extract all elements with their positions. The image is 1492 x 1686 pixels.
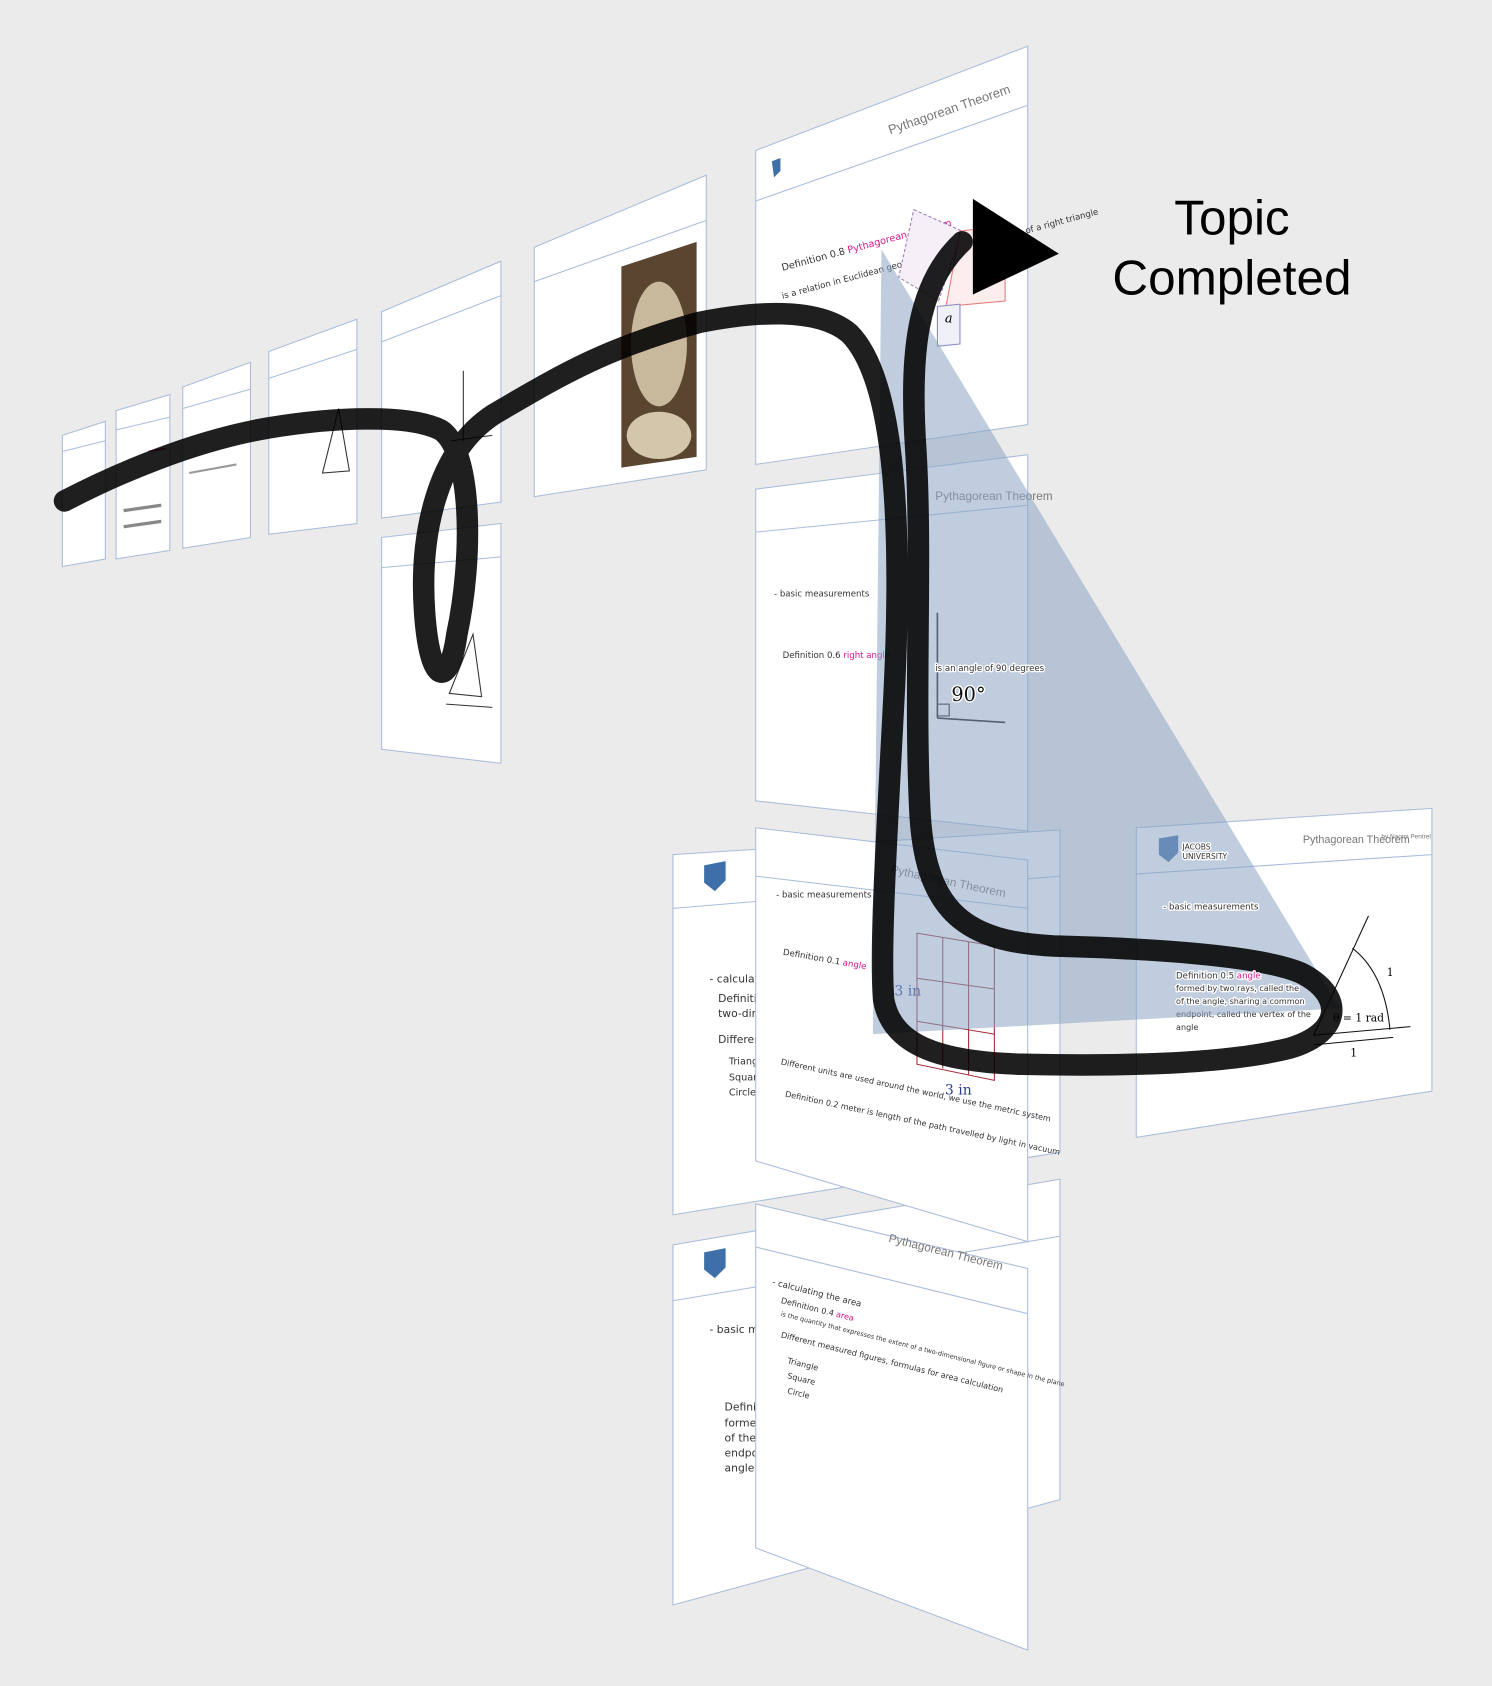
logo-line2: UNIVERSITY <box>1183 852 1228 861</box>
svg-text:- basic measurements: - basic measurements <box>776 891 872 901</box>
right-angle-label: 90° <box>951 683 985 706</box>
svg-text:- basic measurements: - basic measurements <box>774 590 870 600</box>
logo-line1: JACOBS <box>1182 842 1211 851</box>
svg-text:Definition 0.6 right angle: Definition 0.6 right angle <box>783 651 891 661</box>
diagram: Pythagorean Theorem Definition 0.8 Pytha… <box>53 45 1433 1651</box>
svg-text:Definiti: Definiti <box>718 992 757 1005</box>
svg-text:1: 1 <box>1387 966 1394 979</box>
canvas: Pythagorean Theorem Definition 0.8 Pytha… <box>0 0 1492 1686</box>
headline-topic: Topic <box>1174 190 1289 245</box>
slide-thumb-6 <box>381 522 502 764</box>
svg-text:Definit: Definit <box>725 1400 761 1413</box>
radian-body-line-2: of the angle, sharing a common <box>1176 997 1305 1006</box>
right-angle-body: is an angle of 90 degrees <box>935 664 1044 674</box>
svg-text:Triang: Triang <box>728 1056 758 1067</box>
svg-text:angle: angle <box>725 1462 755 1475</box>
svg-text:of the: of the <box>725 1432 757 1445</box>
radian-body-line-1: formed by two rays, called the <box>1176 984 1299 993</box>
svg-text:Circle: Circle <box>729 1087 756 1098</box>
headline-completed: Completed <box>1112 251 1351 306</box>
slide-area: Pythagorean Theorem - calculating the ar… <box>755 1203 1066 1651</box>
svg-text:a: a <box>945 312 953 327</box>
radian-definition: Definition 0.5 angle <box>1176 971 1261 981</box>
svg-text:1: 1 <box>1350 1047 1357 1060</box>
svg-text:angle: angle <box>1176 1023 1198 1032</box>
radian-section: - basic measurements <box>1163 902 1259 912</box>
svg-text:by Naomi Pentrel: by Naomi Pentrel <box>1381 834 1430 841</box>
